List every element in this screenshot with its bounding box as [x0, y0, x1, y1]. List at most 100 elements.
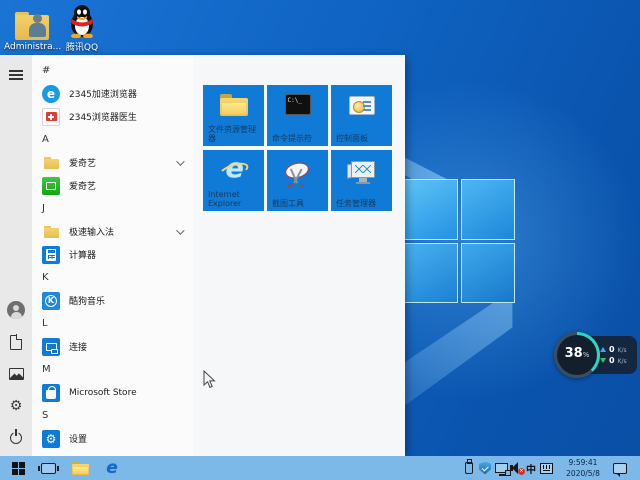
administrator-folder-icon	[15, 12, 49, 40]
desktop-icon-tencent-qq[interactable]: 腾讯QQ	[54, 4, 110, 53]
logo-pane	[403, 242, 458, 303]
upload-speed-value: 0	[609, 345, 615, 354]
start-menu-tiles: 文件资源管理器 C:\_ 命令提示符 控制面板 e Internet Explo…	[193, 55, 405, 456]
app-item-calculator[interactable]: 计算器	[32, 243, 196, 266]
tray-usb[interactable]	[461, 456, 477, 480]
app-item-microsoft-store[interactable]: Microsoft Store	[32, 381, 196, 404]
tray-ime-keyboard[interactable]	[538, 456, 554, 480]
taskbar-browser[interactable]: e	[98, 456, 126, 480]
settings-button[interactable]: ⚙	[0, 390, 32, 422]
upload-speed-row: 0 K/s	[600, 345, 637, 354]
start-menu-app-list: # e 2345加速浏览器 2345浏览器医生 A 爱奇艺 爱奇艺 J 极速输入…	[32, 55, 196, 456]
app-item-iqiyi[interactable]: 爱奇艺	[32, 174, 196, 197]
tile-file-explorer[interactable]: 文件资源管理器	[203, 85, 264, 146]
usb-device-icon	[465, 459, 473, 474]
download-speed-value: 0	[609, 356, 615, 365]
documents-button[interactable]	[0, 326, 32, 358]
upload-arrow-icon	[600, 347, 606, 352]
action-center-button[interactable]	[612, 456, 628, 480]
usage-percent: 38	[564, 346, 583, 361]
group-header-l[interactable]: L	[32, 312, 196, 335]
start-button[interactable]	[4, 456, 32, 480]
app-item-settings[interactable]: ⚙ 设置	[32, 427, 196, 450]
windows-logo-wallpaper	[403, 179, 515, 303]
logo-pane	[460, 179, 515, 240]
calculator-icon	[42, 245, 60, 264]
clock-date: 2020/5/8	[566, 469, 600, 478]
ime-keyboard-icon	[539, 462, 553, 474]
group-header-j[interactable]: J	[32, 197, 196, 220]
desktop-icon-label: Administra...	[4, 42, 62, 52]
clock-time: 9:59:41	[568, 458, 598, 467]
qq-penguin-icon	[71, 5, 93, 38]
chevron-down-icon	[176, 156, 185, 166]
tile-internet-explorer[interactable]: e Internet Explorer	[203, 150, 264, 211]
file-explorer-icon	[219, 94, 248, 116]
app-item-kugou-music[interactable]: K 酷狗音乐	[32, 289, 196, 312]
folder-icon	[42, 223, 60, 241]
taskbar: e × 中 9:59:41 2020/5/8	[0, 456, 640, 480]
start-menu: ⚙ # e 2345加速浏览器 2345浏览器医生 A 爱奇艺 爱奇艺 J 极速…	[0, 55, 405, 456]
taskbar-file-explorer[interactable]	[66, 456, 94, 480]
task-view-icon	[37, 462, 59, 474]
memory-usage-ring[interactable]: 38 %	[554, 332, 600, 378]
task-manager-icon	[346, 161, 377, 187]
folder-item-iqiyi[interactable]: 爱奇艺	[32, 151, 196, 174]
download-speed-unit: K/s	[617, 358, 627, 365]
folder-item-jisu-ime[interactable]: 极速输入法	[32, 220, 196, 243]
2345-browser-icon: e	[42, 84, 60, 103]
logo-pane	[460, 242, 515, 303]
network-icon	[494, 463, 511, 476]
group-header-m[interactable]: M	[32, 358, 196, 381]
task-view-button[interactable]	[34, 456, 62, 480]
gear-icon: ⚙	[9, 398, 23, 414]
tile-snipping-tool[interactable]: 截图工具	[267, 150, 328, 211]
net-speed-widget[interactable]: 0 K/s 0 K/s 38 %	[554, 331, 638, 379]
upload-speed-unit: K/s	[617, 347, 627, 354]
tray-ime-mode[interactable]: 中	[523, 456, 539, 480]
download-speed-row: 0 K/s	[600, 356, 637, 365]
tile-control-panel[interactable]: 控制面板	[331, 85, 392, 146]
start-menu-rail: ⚙	[0, 55, 32, 456]
power-icon	[10, 429, 22, 444]
app-item-2345-browser-doctor[interactable]: 2345浏览器医生	[32, 105, 196, 128]
speaker-muted-icon: ×	[510, 462, 525, 475]
tile-command-prompt[interactable]: C:\_ 命令提示符	[267, 85, 328, 146]
hamburger-icon	[9, 70, 23, 80]
tray-network[interactable]	[493, 456, 511, 480]
app-item-2345-browser[interactable]: e 2345加速浏览器	[32, 82, 196, 105]
connect-icon	[42, 337, 60, 356]
folder-icon	[71, 461, 89, 475]
group-header-a[interactable]: A	[32, 128, 196, 151]
folder-icon	[42, 154, 60, 172]
iqiyi-icon	[42, 176, 60, 195]
expand-menu-button[interactable]	[0, 59, 32, 91]
group-header-s[interactable]: S	[32, 404, 196, 427]
group-header-hash[interactable]: #	[32, 59, 196, 82]
tile-task-manager[interactable]: 任务管理器	[331, 150, 392, 211]
shield-icon	[479, 461, 491, 475]
download-arrow-icon	[600, 358, 606, 363]
snipping-tool-icon	[283, 160, 313, 188]
user-avatar-icon	[7, 301, 25, 319]
user-account-button[interactable]	[0, 294, 32, 326]
taskbar-clock[interactable]: 9:59:41 2020/5/8	[556, 457, 610, 479]
app-item-connect[interactable]: 连接	[32, 335, 196, 358]
command-prompt-icon: C:\_	[284, 94, 311, 115]
windows-logo-icon	[11, 461, 25, 475]
desktop-icon-administrator[interactable]: Administra...	[4, 6, 62, 52]
pictures-button[interactable]	[0, 358, 32, 390]
pictures-icon	[8, 368, 24, 380]
internet-explorer-icon: e	[217, 153, 250, 185]
document-icon	[10, 334, 23, 350]
kugou-icon: K	[42, 291, 60, 310]
group-header-k[interactable]: K	[32, 266, 196, 289]
action-center-icon	[613, 462, 627, 477]
usage-percent-sign: %	[582, 351, 590, 359]
control-panel-icon	[348, 96, 375, 115]
tray-security[interactable]	[477, 456, 493, 480]
ime-chinese-indicator: 中	[526, 464, 536, 476]
first-aid-icon	[42, 107, 60, 126]
ie-e-icon: e	[106, 457, 118, 478]
power-button[interactable]	[0, 422, 32, 454]
